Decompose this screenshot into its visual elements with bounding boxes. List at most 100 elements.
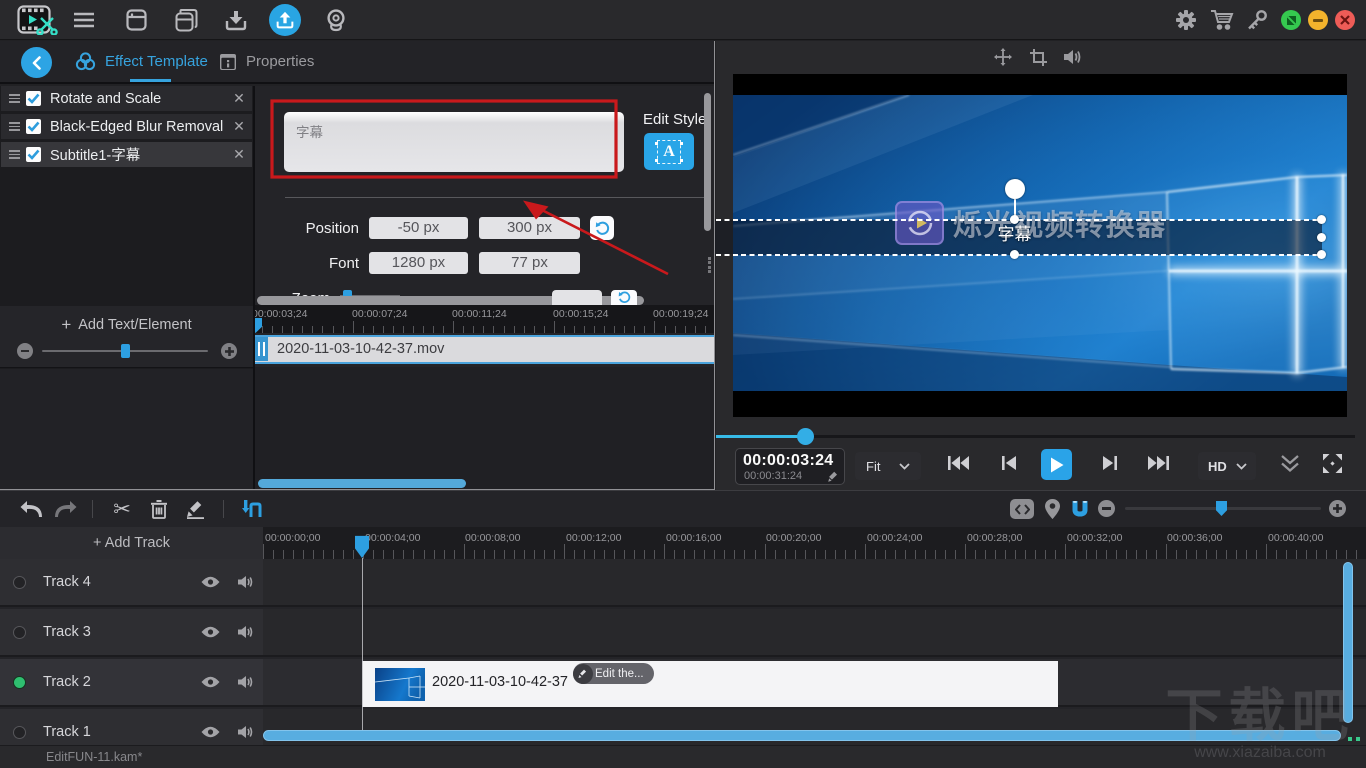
vertical-splitter[interactable] [714,41,715,490]
effect-row-subtitle[interactable]: Subtitle1-字幕 ✕ [1,142,252,167]
move-tool-icon[interactable] [993,47,1013,67]
edit-style-button[interactable]: A [644,133,694,170]
collapse-preview-icon[interactable] [1278,450,1302,476]
webcam-icon[interactable] [324,8,348,32]
skip-to-end-button[interactable] [1145,450,1171,476]
track-visibility-eye-icon[interactable] [193,576,227,588]
track-header-track-2[interactable]: Track 2 [0,659,263,707]
timeline-ruler[interactable]: 00:00:00;00 00:00:04;00 00:00:08;00 00:0… [263,527,1366,559]
properties-vscrollbar[interactable] [704,93,711,231]
element-clip[interactable]: 2020-11-03-10-42-37.mov [255,335,714,364]
timeline-zoom-slider-thumb[interactable] [1216,501,1227,516]
track-header-track-4[interactable]: Track 4 [0,559,263,607]
back-button[interactable] [21,47,52,78]
tab-properties[interactable]: Properties [219,41,314,82]
preview-progress-thumb[interactable] [797,428,814,445]
window-close-button[interactable] [1335,10,1355,30]
position-y-field[interactable]: 300 px [479,217,580,239]
element-timeline-ruler[interactable]: 00:00:03;24 00:00:07;24 00:00:11;24 00:0… [255,305,714,333]
import-icon[interactable] [224,8,248,32]
previous-frame-button[interactable] [996,450,1022,476]
track-mute-speaker-icon[interactable] [227,675,263,689]
add-text-element-button[interactable]: + Add Text/Element [0,312,253,338]
list-zoom-out-icon[interactable] [17,343,33,359]
export-button[interactable] [269,4,301,36]
cut-icon[interactable]: ✂ [109,498,135,520]
timeline-zoom-in-icon[interactable] [1329,500,1346,517]
split-insert-icon[interactable] [239,498,265,520]
track-mute-speaker-icon[interactable] [227,575,263,589]
fit-dropdown[interactable]: Fit [855,452,921,480]
zoom-reset-button[interactable] [611,290,637,305]
add-track-button[interactable]: + Add Track [0,527,263,559]
play-button[interactable] [1041,449,1072,480]
project-copy-icon[interactable] [174,8,198,32]
track-active-indicator[interactable] [13,626,26,639]
track-visibility-eye-icon[interactable] [193,676,227,688]
cart-icon[interactable] [1209,8,1235,32]
drag-handle-icon[interactable] [9,92,20,106]
track-visibility-eye-icon[interactable] [193,726,227,738]
track-lane-track-4[interactable] [263,559,1366,607]
timeline-vscrollbar[interactable] [1343,562,1353,723]
remove-effect-icon[interactable]: ✕ [226,118,252,135]
next-frame-button[interactable] [1097,450,1123,476]
drag-handle-icon[interactable] [9,120,20,134]
selection-bottom-edge[interactable] [716,254,1322,256]
list-zoom-slider-thumb[interactable] [121,344,130,358]
crop-tool-icon[interactable] [1028,47,1048,67]
splitter-grip[interactable] [708,257,712,273]
timeline-clip[interactable]: 2020-11-03-10-42-37 Edit the... [362,661,1058,707]
rotate-handle[interactable] [1005,179,1025,199]
quality-dropdown[interactable]: HD [1198,452,1256,480]
menu-icon[interactable] [72,10,96,30]
settings-gear-icon[interactable] [1174,8,1198,32]
magnet-icon[interactable] [1069,498,1091,520]
redo-icon[interactable] [53,499,79,519]
track-header-track-3[interactable]: Track 3 [0,609,263,657]
track-active-indicator[interactable] [13,576,26,589]
video-frame[interactable]: 烁光视频转换器 字幕 [733,74,1347,417]
skip-to-start-button[interactable] [945,450,971,476]
list-zoom-in-icon[interactable] [221,343,237,359]
tab-effect-template[interactable]: Effect Template [74,41,208,82]
effect-checkbox[interactable] [26,119,41,134]
edit-pencil-icon[interactable] [182,498,208,520]
zoom-value-field[interactable] [552,290,602,305]
fullscreen-icon[interactable] [1319,450,1345,476]
save-project-icon[interactable] [124,8,148,32]
window-minimize-button[interactable] [1308,10,1328,30]
effect-row-blur-removal[interactable]: Black-Edged Blur Removal ✕ [1,114,252,139]
timeline-zoom-out-icon[interactable] [1098,500,1115,517]
track-lane-track-3[interactable] [263,609,1366,657]
undo-icon[interactable] [18,499,44,519]
remove-effect-icon[interactable]: ✕ [226,146,252,163]
handle-top-right[interactable] [1317,215,1326,224]
remove-effect-icon[interactable]: ✕ [226,90,252,107]
clip-edit-badge[interactable]: Edit the... [573,663,654,684]
position-reset-button[interactable] [590,216,614,240]
volume-icon[interactable] [1063,47,1083,67]
handle-bottom-right[interactable] [1317,250,1326,259]
subtitle-text-input[interactable]: 字幕 [284,112,624,172]
track-active-indicator[interactable] [13,676,26,689]
delete-icon[interactable] [146,498,172,520]
effect-row-rotate-scale[interactable]: Rotate and Scale ✕ [1,86,252,111]
edit-time-pencil-icon[interactable] [828,471,839,482]
keyframe-icon[interactable] [1010,499,1034,519]
handle-top-center[interactable] [1010,215,1019,224]
font-height-field[interactable]: 77 px [479,252,580,274]
key-icon[interactable] [1245,8,1269,32]
track-visibility-eye-icon[interactable] [193,626,227,638]
element-playhead[interactable] [255,318,262,333]
element-timeline-hscrollbar[interactable] [258,479,466,488]
font-width-field[interactable]: 1280 px [369,252,468,274]
position-x-field[interactable]: -50 px [369,217,468,239]
effect-checkbox[interactable] [26,91,41,106]
handle-middle-right[interactable] [1317,233,1326,242]
track-mute-speaker-icon[interactable] [227,725,263,739]
timeline-hscrollbar[interactable] [263,730,1341,741]
marker-pin-icon[interactable] [1042,498,1062,520]
handle-bottom-center[interactable] [1010,250,1019,259]
effect-checkbox[interactable] [26,147,41,162]
